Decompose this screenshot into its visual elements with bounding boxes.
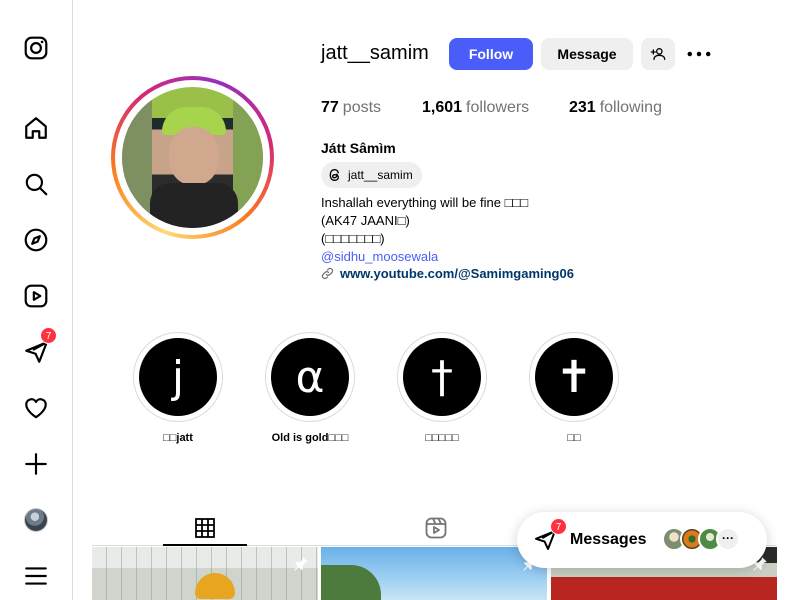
story-highlight[interactable]: ✝ □□ [529,332,619,444]
followers-count[interactable]: 1,601 followers [422,99,529,117]
recent-chats-avatars: ··· [662,527,762,553]
highlight-label: □□ [567,432,581,444]
bio-mention-link[interactable]: @sidhu_moosewala [321,248,438,266]
story-highlight[interactable]: α Old is gold□□□ [265,332,355,444]
link-icon [321,267,334,280]
pinned-icon [294,557,308,571]
tab-reels[interactable] [404,510,468,546]
messages-floating-button[interactable]: 7 Messages ··· [517,512,767,568]
bio-line-1: Inshallah everything will be fine □□□ [321,195,529,210]
message-button[interactable]: Message [541,38,633,70]
story-highlight[interactable]: j □□jatt [133,332,223,444]
more-chats-indicator: ··· [716,527,740,551]
follow-button[interactable]: Follow [449,38,533,70]
bio-external-link[interactable]: www.youtube.com/@Samimgaming06 [321,266,574,281]
sidebar-nav: 7 [0,0,73,600]
profile-full-name: Játt Sâmìm [321,140,396,156]
highlight-cover: j [139,338,217,416]
profile-avatar[interactable] [21,505,51,535]
messages-badge: 7 [550,518,567,535]
direct-messages-icon: 7 [533,518,567,552]
threads-icon [329,168,340,182]
profile-story-ring[interactable] [111,76,274,239]
bio-line-2: (AK47 JAANI□) [321,213,410,228]
menu-hamburger-icon[interactable] [21,561,51,591]
highlight-label: □□□□□ [425,432,459,444]
reels-icon[interactable] [21,281,51,311]
highlight-label: □□jatt [163,432,193,444]
threads-badge[interactable]: jatt__samim [321,162,422,188]
suggested-users-button[interactable] [641,38,675,70]
instagram-logo-icon[interactable] [21,33,51,63]
home-icon[interactable] [21,113,51,143]
story-ring-gap [115,80,270,235]
post-thumbnail[interactable] [92,547,318,600]
messages-badge: 7 [40,327,57,344]
explore-compass-icon[interactable] [21,225,51,255]
highlight-cover: α [271,338,349,416]
following-count[interactable]: 231 following [569,99,662,117]
search-icon[interactable] [21,169,51,199]
highlight-label: Old is gold□□□ [271,432,349,444]
create-plus-icon[interactable] [21,449,51,479]
more-options-icon[interactable] [686,42,712,66]
direct-messages-icon[interactable]: 7 [21,327,57,367]
highlight-cover: ✝ [535,338,613,416]
threads-handle: jatt__samim [348,168,413,182]
profile-picture [122,87,263,228]
external-link-text: www.youtube.com/@Samimgaming06 [340,266,574,281]
tab-posts[interactable] [163,510,247,546]
messages-label: Messages [570,531,647,548]
heart-icon[interactable] [21,393,51,423]
post-thumbnail[interactable] [321,547,547,600]
bio-line-3: (□□□□□□□) [321,231,385,246]
posts-count: 77 posts [321,99,382,116]
reels-tab-icon [425,517,447,539]
story-highlight[interactable]: † □□□□□ [397,332,487,444]
avatar [24,508,48,532]
highlight-cover: † [403,338,481,416]
grid-icon [195,518,215,538]
add-user-icon [650,48,666,60]
profile-username: jatt__samim [321,42,429,64]
